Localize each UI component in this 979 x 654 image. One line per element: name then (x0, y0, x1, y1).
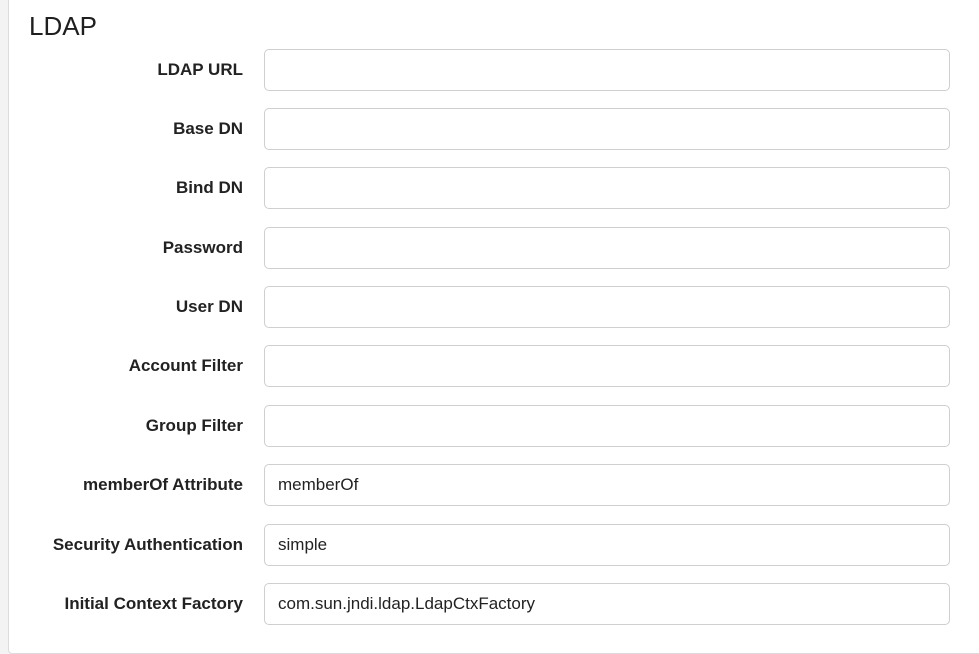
ldap-settings-panel: LDAP LDAP URL Base DN Bind DN Password U… (8, 0, 979, 654)
account-filter-label: Account Filter (128, 356, 243, 375)
group-filter-input[interactable] (264, 405, 950, 447)
security-authentication-row: Security Authentication (9, 524, 969, 566)
base-dn-label: Base DN (173, 119, 243, 138)
password-row: Password (9, 227, 969, 269)
security-authentication-label: Security Authentication (52, 535, 243, 554)
user-dn-row: User DN (9, 286, 969, 328)
initial-context-factory-row: Initial Context Factory (9, 583, 969, 625)
memberof-attribute-row: memberOf Attribute (9, 464, 969, 506)
ldap-url-row: LDAP URL (9, 49, 969, 91)
security-authentication-input[interactable] (264, 524, 950, 566)
ldap-url-input[interactable] (264, 49, 950, 91)
memberof-attribute-input[interactable] (264, 464, 950, 506)
ldap-url-label: LDAP URL (157, 60, 243, 79)
user-dn-label: User DN (175, 297, 243, 316)
account-filter-input[interactable] (264, 345, 950, 387)
group-filter-label: Group Filter (145, 416, 243, 435)
bind-dn-input[interactable] (264, 167, 950, 209)
group-filter-row: Group Filter (9, 405, 969, 447)
base-dn-row: Base DN (9, 108, 969, 150)
base-dn-input[interactable] (264, 108, 950, 150)
memberof-attribute-label: memberOf Attribute (83, 475, 243, 494)
password-input[interactable] (264, 227, 950, 269)
password-label: Password (162, 238, 243, 257)
bind-dn-label: Bind DN (175, 178, 243, 197)
bind-dn-row: Bind DN (9, 167, 969, 209)
initial-context-factory-input[interactable] (264, 583, 950, 625)
user-dn-input[interactable] (264, 286, 950, 328)
section-title: LDAP (29, 11, 97, 41)
account-filter-row: Account Filter (9, 345, 969, 387)
initial-context-factory-label: Initial Context Factory (64, 594, 243, 613)
